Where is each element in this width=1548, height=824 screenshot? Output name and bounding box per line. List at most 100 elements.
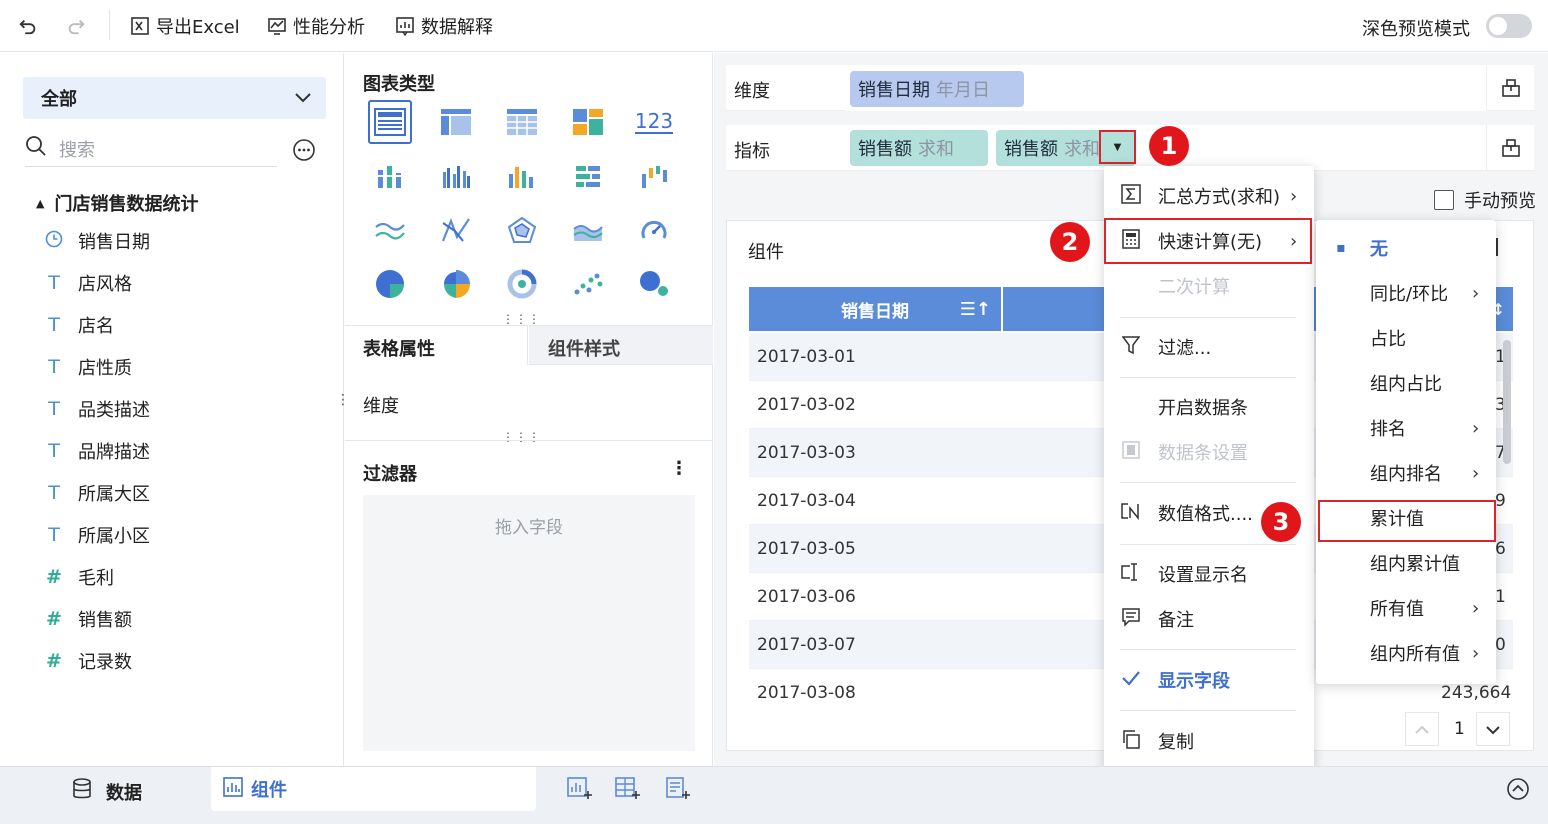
table-header-sales-date[interactable]: 销售日期 ☰↑ <box>749 287 1001 331</box>
menu-item-secondary-calc[interactable]: 二次计算 <box>1104 264 1314 308</box>
filter-title: 过滤器 <box>363 464 417 485</box>
menu-item-aggregation[interactable]: 汇总方式(求和) › <box>1104 174 1314 218</box>
chart-type-donut-icon[interactable] <box>500 262 544 306</box>
manual-preview-checkbox[interactable]: 手动预览 <box>1434 187 1536 213</box>
filter-more-icon[interactable]: ⋮ <box>670 458 688 479</box>
chart-type-scatter-icon[interactable] <box>566 262 610 306</box>
widget-tab[interactable]: 组件 <box>211 767 536 811</box>
field-item[interactable]: T 店名 <box>44 311 114 339</box>
chart-type-kpi-icon[interactable]: 123 <box>632 100 676 144</box>
submenu-item-group-all-values[interactable]: 组内所有值 › <box>1316 631 1496 675</box>
field-item[interactable]: T 所属小区 <box>44 521 150 549</box>
checkbox-box[interactable] <box>1434 190 1454 210</box>
chart-type-area-icon[interactable] <box>566 208 610 252</box>
submenu-item-ratio[interactable]: 占比 <box>1316 316 1496 360</box>
data-explain-button[interactable]: 数据解释 <box>395 12 493 40</box>
field-item[interactable]: T 店风格 <box>44 269 132 297</box>
dark-preview-toggle[interactable] <box>1486 14 1532 38</box>
filter-dropzone[interactable]: 拖入字段 <box>363 495 695 751</box>
add-report-widget-icon[interactable] <box>665 777 691 806</box>
field-item[interactable]: T 品类描述 <box>44 395 150 423</box>
pill-dropdown-button[interactable]: ▼ <box>1099 130 1136 164</box>
field-item[interactable]: T 所属大区 <box>44 479 150 507</box>
submenu-item-group-rank[interactable]: 组内排名 › <box>1316 451 1496 495</box>
database-icon <box>72 778 92 805</box>
collapse-up-icon[interactable] <box>1506 777 1530 806</box>
chart-type-grouped-bar-icon[interactable] <box>434 155 478 199</box>
page-down-button[interactable] <box>1476 712 1510 746</box>
more-options-icon[interactable] <box>292 138 316 167</box>
chart-type-pie-icon[interactable] <box>368 262 412 306</box>
resize-handle-icon[interactable]: ⋮⋮⋮ <box>502 312 541 326</box>
metric-pill-sales[interactable]: 销售额 求和 <box>850 130 988 166</box>
submenu-item-yoy[interactable]: 同比/环比 › <box>1316 271 1496 315</box>
excel-icon <box>130 16 150 36</box>
tab-widget-style[interactable]: 组件样式 <box>529 325 713 365</box>
dimension-section-label: 维度 <box>363 396 399 417</box>
dimension-pill-sales-date[interactable]: 销售日期 年月日 <box>850 71 1024 107</box>
dataset-selector[interactable]: 全部 <box>23 77 326 119</box>
dimension-settings-icon[interactable] <box>1486 65 1534 111</box>
chart-type-stacked-bar-icon[interactable] <box>368 155 412 199</box>
tab-table-props[interactable]: 表格属性 <box>345 325 528 365</box>
menu-item-databar-settings[interactable]: 数据条设置 <box>1104 430 1314 474</box>
chart-type-table-icon[interactable] <box>368 100 412 144</box>
export-excel-button[interactable]: 导出Excel <box>130 12 240 40</box>
chart-type-bubble-icon[interactable] <box>632 262 676 306</box>
menu-separator <box>1120 377 1296 378</box>
submenu-item-label: 组内排名 <box>1370 464 1442 485</box>
field-item[interactable]: # 毛利 <box>44 563 114 591</box>
menu-item-copy[interactable]: 复制 <box>1104 719 1314 763</box>
menu-separator <box>1120 649 1296 650</box>
copy-icon <box>1120 729 1142 754</box>
dataset-tree-node[interactable]: ▲ 门店销售数据统计 <box>36 190 198 216</box>
add-table-widget-icon[interactable] <box>615 777 641 806</box>
chart-type-line-icon[interactable] <box>368 208 412 252</box>
field-item[interactable]: T 店性质 <box>44 353 132 381</box>
submenu-item-none[interactable]: ▪ 无 <box>1316 226 1496 270</box>
pill-name: 销售额 <box>1004 139 1058 160</box>
menu-item-display-name[interactable]: 设置显示名 <box>1104 552 1314 596</box>
search-input[interactable]: 搜索 <box>59 136 95 162</box>
chart-type-radar-icon[interactable] <box>500 208 544 252</box>
field-item[interactable]: # 记录数 <box>44 647 132 675</box>
chart-type-gauge-icon[interactable] <box>632 208 676 252</box>
table-scrollbar[interactable] <box>1503 340 1511 464</box>
performance-analysis-button[interactable]: 性能分析 <box>267 12 365 40</box>
field-search[interactable]: 搜索 <box>25 131 277 167</box>
chart-type-multi-bar-icon[interactable] <box>500 155 544 199</box>
chart-type-horizontal-bar-icon[interactable] <box>566 155 610 199</box>
menu-item-filter[interactable]: 过滤... <box>1104 325 1314 369</box>
submenu-item-label: 排名 <box>1370 419 1406 440</box>
field-item[interactable]: 销售日期 <box>44 227 150 255</box>
menu-item-show-field[interactable]: 显示字段 <box>1104 658 1314 702</box>
step-badge-2: 2 <box>1050 222 1090 262</box>
submenu-item-all-values[interactable]: 所有值 › <box>1316 586 1496 630</box>
redo-button[interactable] <box>66 12 86 40</box>
submenu-item-group-cumulative[interactable]: 组内累计值 <box>1316 541 1496 585</box>
submenu-item-rank[interactable]: 排名 › <box>1316 406 1496 450</box>
field-item[interactable]: # 销售额 <box>44 605 132 633</box>
chart-icon <box>223 776 243 802</box>
field-label: 品牌描述 <box>78 442 150 463</box>
undo-icon <box>18 16 38 36</box>
menu-item-note[interactable]: 备注 <box>1104 597 1314 641</box>
undo-button[interactable] <box>18 12 38 40</box>
chart-type-detail-table-icon[interactable] <box>500 100 544 144</box>
metric-settings-icon[interactable] <box>1486 125 1534 171</box>
data-tab[interactable]: 数据 <box>72 778 142 805</box>
chart-type-treemap-icon[interactable] <box>566 100 610 144</box>
menu-item-enable-databar[interactable]: 开启数据条 <box>1104 385 1314 429</box>
chart-type-crosstab-icon[interactable] <box>434 100 478 144</box>
row-value: 243,664 <box>1441 683 1512 703</box>
chart-type-rose-icon[interactable] <box>434 262 478 306</box>
menu-item-label: 过滤... <box>1158 338 1212 359</box>
add-chart-widget-icon[interactable] <box>567 777 593 806</box>
sort-icon[interactable]: ☰↑ <box>960 299 991 320</box>
resize-handle-icon[interactable]: ⋮⋮⋮ <box>502 430 541 444</box>
chart-type-scatter-line-icon[interactable] <box>434 208 478 252</box>
chart-type-waterfall-icon[interactable] <box>632 155 676 199</box>
submenu-item-group-ratio[interactable]: 组内占比 <box>1316 361 1496 405</box>
field-item[interactable]: T 品牌描述 <box>44 437 150 465</box>
page-up-button[interactable] <box>1405 712 1439 746</box>
